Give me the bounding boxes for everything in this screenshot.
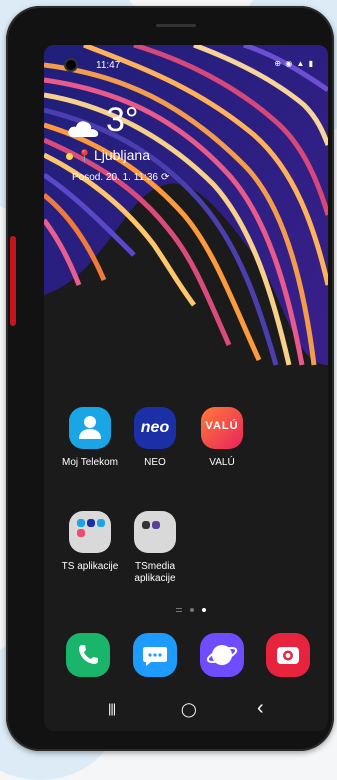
valu-icon-text: VALÚ (205, 420, 239, 432)
home-screen: 11:47 ⊕ ◉ ▲ ▮ 3° 📍 Ljubljana Posod. 20. 1… (44, 45, 328, 731)
front-camera (66, 60, 76, 70)
phone-device: 11:47 ⊕ ◉ ▲ ▮ 3° 📍 Ljubljana Posod. 20. 1… (6, 6, 334, 751)
sun-icon (66, 152, 73, 160)
status-time: 11:47 (96, 60, 121, 71)
neo-icon: neo (134, 407, 176, 449)
app-label: VALÚ (209, 457, 235, 468)
weather-location-row: 📍 Ljubljana (66, 147, 150, 163)
location-pin-icon: 📍 (77, 149, 92, 164)
page-dot-active (202, 608, 206, 612)
app-valu[interactable]: VALÚ VALÚ (182, 407, 262, 469)
navigation-bar: ||| ◯ ‹ (44, 697, 328, 727)
status-icons: ⊕ ◉ ▲ ▮ (274, 59, 314, 68)
top-slot (156, 24, 196, 27)
folder-tsmedia-aplikacije[interactable]: TSmedia aplikacije (115, 511, 195, 585)
weather-updated: Posod. 20. 1. 11:36 (72, 172, 158, 183)
weather-temperature: 3° (106, 101, 139, 139)
refresh-icon[interactable]: ⟳ (161, 172, 169, 183)
folder-icon (69, 511, 111, 553)
status-bar: 11:47 ⊕ ◉ ▲ ▮ (44, 45, 328, 71)
phone-app-icon[interactable] (66, 633, 110, 677)
folder-icon (134, 511, 176, 553)
page-dot (190, 608, 194, 612)
camera-app-icon[interactable] (266, 633, 310, 677)
messages-app-icon[interactable] (133, 633, 177, 677)
recents-button[interactable]: ||| (108, 701, 116, 716)
page-indicator[interactable] (172, 605, 210, 614)
weather-location: Ljubljana (93, 147, 151, 163)
page-dot-menu (176, 608, 182, 612)
weather-updated-row: Posod. 20. 1. 11:36 ⟳ (72, 172, 169, 183)
neo-icon-text: neo (140, 419, 170, 436)
wallpaper-image (44, 45, 328, 375)
cloud-icon (68, 121, 99, 137)
side-button (10, 236, 16, 326)
back-button[interactable]: ‹ (257, 697, 264, 720)
home-button[interactable]: ◯ (181, 701, 197, 718)
moj-telekom-icon (69, 407, 111, 449)
internet-app-icon[interactable] (200, 633, 244, 677)
valu-icon: VALÚ (201, 407, 243, 449)
folder-label: TSmedia aplikacije (134, 561, 176, 584)
